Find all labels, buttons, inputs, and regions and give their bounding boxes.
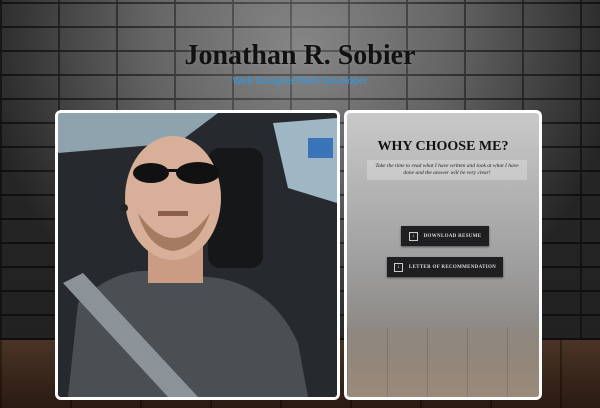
site-owner-name: Jonathan R. Sobier (184, 40, 416, 71)
download-icon: ↓ (393, 262, 403, 272)
card-floor-decoration (347, 327, 539, 397)
page-header: Jonathan R. Sobier Web Designer/Web Deve… (0, 40, 600, 87)
site-subtitle: Web Designer/Web Developer (232, 76, 368, 87)
why-choose-me-card: WHY CHOOSE ME? Take the time to read wha… (344, 110, 542, 400)
download-resume-button[interactable]: ↓ DOWNLOAD RESUME (401, 226, 489, 246)
letter-of-recommendation-label: LETTER OF RECOMMENDATION (408, 264, 497, 270)
download-resume-label: DOWNLOAD RESUME (423, 233, 482, 239)
download-icon: ↓ (408, 231, 418, 241)
why-choose-me-heading: WHY CHOOSE ME? (377, 139, 509, 154)
why-choose-me-text: Take the time to read what I have writte… (367, 160, 527, 180)
profile-photo-card (55, 110, 340, 400)
profile-photo (58, 113, 337, 397)
letter-of-recommendation-button[interactable]: ↓ LETTER OF RECOMMENDATION (387, 257, 503, 277)
